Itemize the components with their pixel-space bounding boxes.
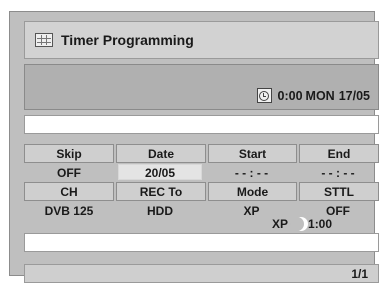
- rec-to-value[interactable]: HDD: [114, 201, 206, 220]
- clock-display: 0:00 MON 17/05: [256, 88, 370, 103]
- current-time: 0:00: [277, 88, 303, 103]
- rec-to-header: REC To: [116, 182, 206, 201]
- current-day: MON: [305, 88, 335, 103]
- title-bar: Timer Programming: [24, 21, 379, 59]
- status-panel: 0:00 MON 17/05: [24, 64, 379, 110]
- channel-value[interactable]: DVB 125: [24, 201, 114, 220]
- disc-space-icon: [290, 217, 309, 231]
- start-header: Start: [208, 144, 297, 163]
- page-title: Timer Programming: [61, 32, 194, 48]
- channel-header: CH: [24, 182, 114, 201]
- subtitle-header: STTL: [299, 182, 379, 201]
- page-indicator-bar: 1/1: [24, 264, 379, 283]
- program-list-row-empty[interactable]: [24, 115, 379, 134]
- skip-value[interactable]: OFF: [24, 163, 114, 182]
- page-indicator: 1/1: [351, 266, 368, 281]
- clock-icon: [256, 88, 272, 103]
- program-settings-grid: Skip Date Start End OFF 20/05 - - : - - …: [24, 144, 379, 220]
- date-header: Date: [116, 144, 206, 163]
- timer-programming-screen: Timer Programming 0:00 MON 17/05 Skip Da…: [9, 11, 379, 283]
- remaining-time: XP 1:00: [272, 217, 332, 231]
- timer-grid-icon: [35, 33, 53, 47]
- start-value[interactable]: - - : - -: [206, 163, 297, 182]
- skip-header: Skip: [24, 144, 114, 163]
- mode-header: Mode: [208, 182, 297, 201]
- remaining-mode: XP: [272, 217, 289, 231]
- program-list-row-empty-2[interactable]: [24, 233, 379, 252]
- current-date: 17/05: [338, 88, 370, 103]
- end-header: End: [299, 144, 379, 163]
- date-value[interactable]: 20/05: [118, 164, 202, 180]
- remaining-time-value: 1:00: [308, 217, 333, 231]
- end-value[interactable]: - - : - -: [297, 163, 379, 182]
